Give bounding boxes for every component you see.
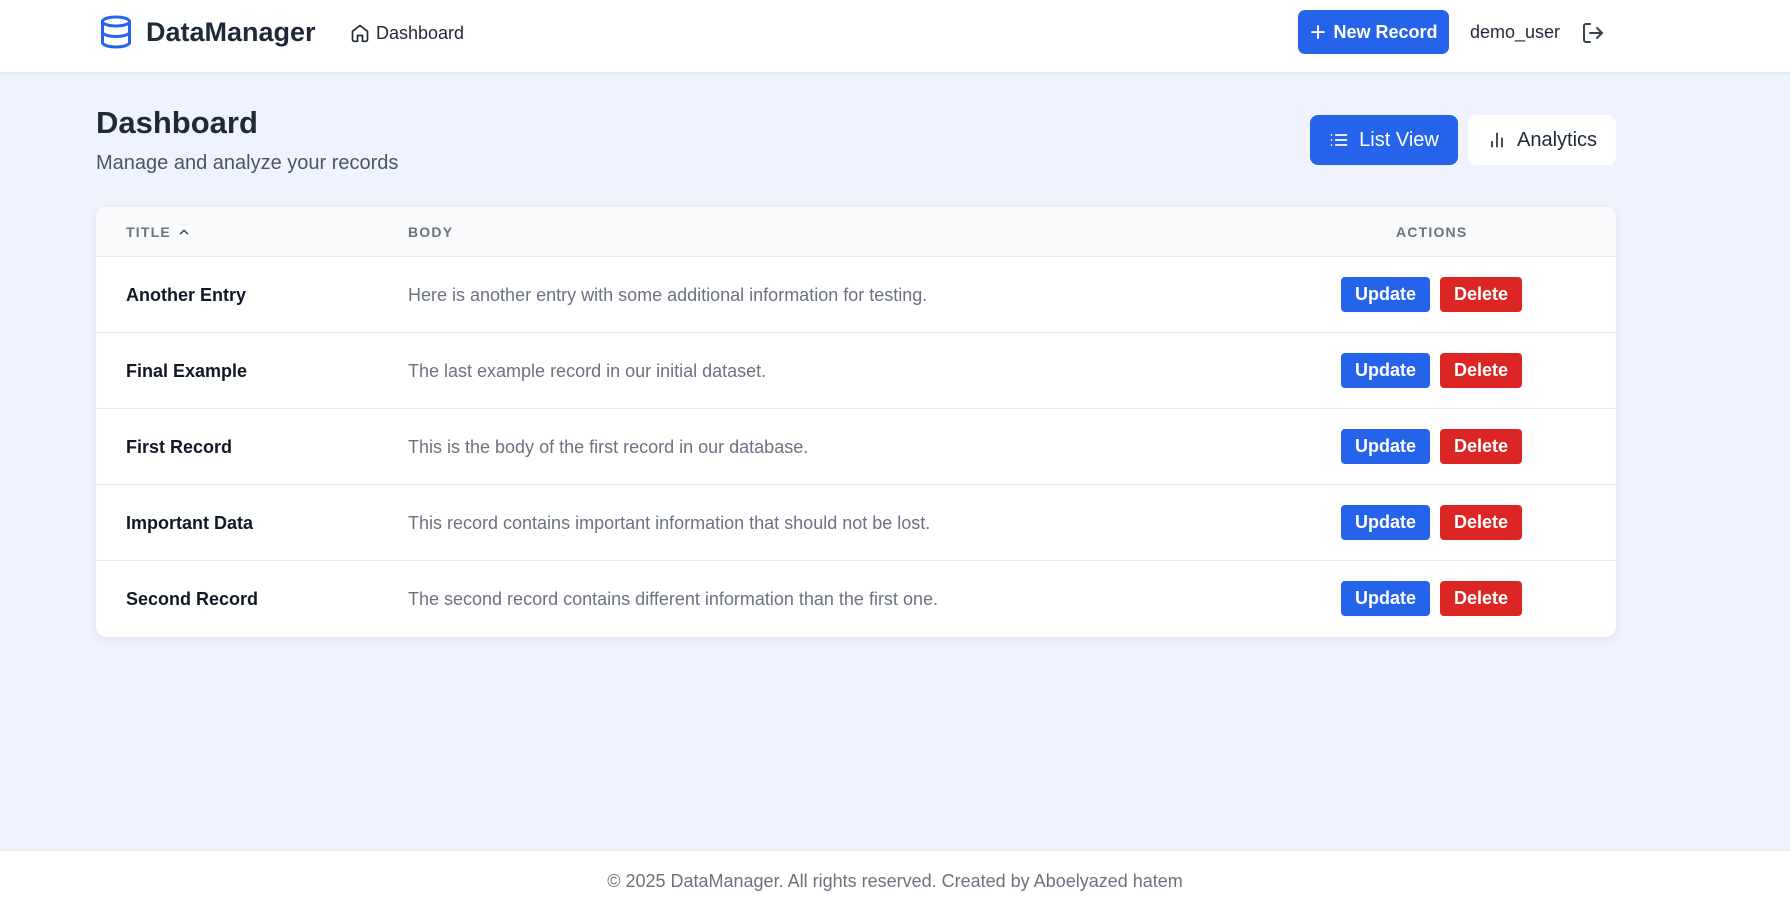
top-navbar: DataManager Dashboard New Record demo_us…: [0, 0, 1790, 72]
records-table: TITLE BODY ACTIONS Another Entry Here is…: [96, 207, 1616, 637]
table-header: TITLE BODY ACTIONS: [96, 207, 1616, 257]
page-title: Dashboard: [96, 105, 258, 140]
nav-link-label: Dashboard: [376, 22, 465, 43]
bar-chart-icon: [1487, 130, 1507, 150]
column-header-title[interactable]: TITLE: [126, 224, 191, 240]
row-title: Another Entry: [126, 285, 247, 305]
analytics-label: Analytics: [1516, 128, 1598, 151]
row-body: The last example record in our initial d…: [408, 361, 767, 381]
row-title: Final Example: [126, 361, 248, 381]
new-record-button[interactable]: New Record: [1298, 10, 1449, 54]
list-view-label: List View: [1359, 128, 1439, 151]
list-view-button[interactable]: List View: [1310, 115, 1458, 165]
logout-icon[interactable]: [1580, 20, 1606, 46]
delete-button[interactable]: Delete: [1440, 277, 1522, 312]
column-header-actions: ACTIONS: [1396, 224, 1468, 240]
row-body: Here is another entry with some addition…: [408, 285, 928, 305]
footer: © 2025 DataManager. All rights reserved.…: [0, 850, 1790, 912]
database-icon: [96, 12, 136, 52]
update-button[interactable]: Update: [1341, 505, 1430, 540]
column-header-body: BODY: [408, 224, 454, 240]
home-icon: [350, 22, 372, 44]
footer-text: © 2025 DataManager. All rights reserved.…: [607, 871, 1183, 891]
update-button[interactable]: Update: [1341, 353, 1430, 388]
row-body: The second record contains different inf…: [408, 589, 938, 609]
delete-button[interactable]: Delete: [1440, 581, 1522, 616]
new-record-label: New Record: [1333, 21, 1438, 42]
delete-button[interactable]: Delete: [1440, 353, 1522, 388]
page-subtitle: Manage and analyze your records: [96, 152, 399, 174]
view-toggle: List View Analytics: [1310, 115, 1616, 165]
row-actions: Update Delete: [1341, 277, 1522, 312]
table-row: First Record This is the body of the fir…: [96, 409, 1616, 485]
column-header-title-label: TITLE: [126, 224, 171, 240]
delete-button[interactable]: Delete: [1440, 505, 1522, 540]
update-button[interactable]: Update: [1341, 277, 1430, 312]
username: demo_user: [1470, 22, 1561, 42]
nav-link-dashboard[interactable]: Dashboard: [350, 20, 464, 46]
row-title: Second Record: [126, 589, 259, 609]
brand-name: DataManager: [146, 16, 316, 47]
update-button[interactable]: Update: [1341, 581, 1430, 616]
row-body: This record contains important informati…: [408, 513, 931, 533]
plus-icon: [1309, 23, 1327, 41]
delete-button[interactable]: Delete: [1440, 429, 1522, 464]
row-body: This is the body of the first record in …: [408, 437, 809, 457]
row-actions: Update Delete: [1341, 505, 1522, 540]
row-actions: Update Delete: [1341, 353, 1522, 388]
table-row: Second Record The second record contains…: [96, 561, 1616, 637]
row-title: First Record: [126, 437, 233, 457]
list-icon: [1329, 130, 1349, 150]
analytics-button[interactable]: Analytics: [1468, 115, 1616, 165]
table-row: Another Entry Here is another entry with…: [96, 257, 1616, 333]
row-actions: Update Delete: [1341, 581, 1522, 616]
table-row: Final Example The last example record in…: [96, 333, 1616, 409]
row-actions: Update Delete: [1341, 429, 1522, 464]
chevron-up-icon: [177, 225, 191, 239]
brand[interactable]: DataManager: [96, 12, 316, 52]
update-button[interactable]: Update: [1341, 429, 1430, 464]
row-title: Important Data: [126, 513, 254, 533]
table-row: Important Data This record contains impo…: [96, 485, 1616, 561]
